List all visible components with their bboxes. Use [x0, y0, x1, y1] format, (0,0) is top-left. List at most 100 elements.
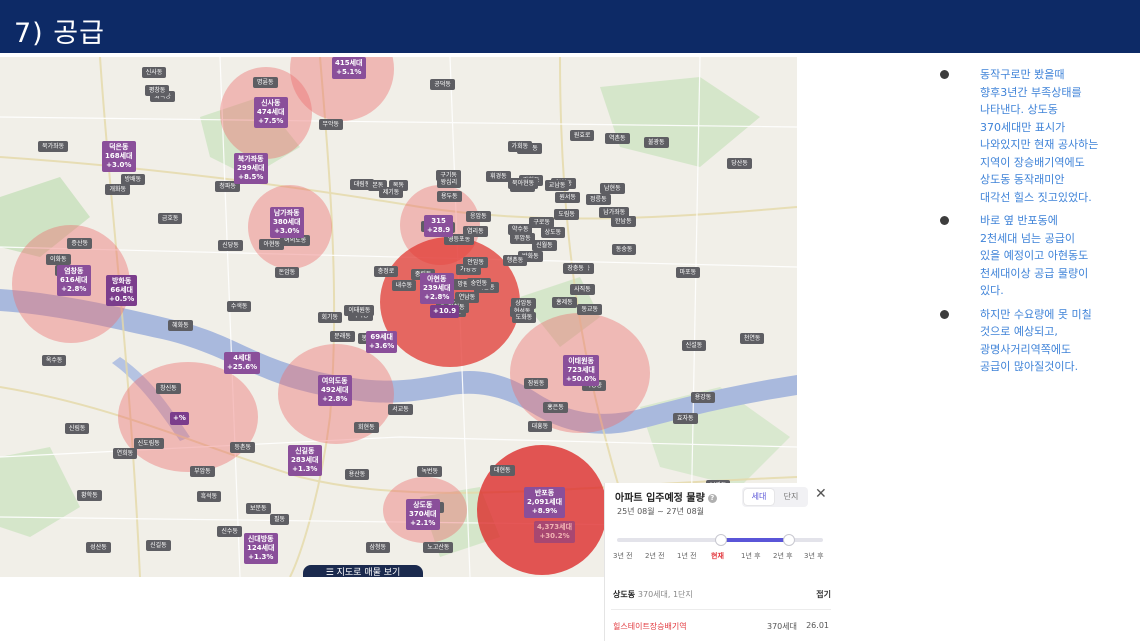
neighborhood-tag[interactable]: 신길동	[146, 540, 171, 552]
toggle-complexes[interactable]: 단지	[776, 489, 806, 505]
neighborhood-tag[interactable]: 홍제동	[552, 297, 577, 309]
neighborhood-tag[interactable]: 수색동	[226, 301, 252, 313]
tick-label[interactable]: 3년 후	[804, 551, 824, 561]
neighborhood-tag[interactable]: 휘경동	[486, 171, 511, 183]
supply-marker[interactable]: 신대방동 124세대 +1.3%	[244, 533, 278, 564]
neighborhood-tag[interactable]: 당산동	[727, 157, 752, 169]
tick-label-current[interactable]: 현재	[711, 551, 724, 561]
neighborhood-tag[interactable]: 돈암동	[274, 267, 300, 279]
supply-marker[interactable]: +10.9	[430, 305, 460, 318]
neighborhood-tag[interactable]: 노고산동	[423, 542, 454, 554]
neighborhood-tag[interactable]: 신당동	[218, 239, 243, 251]
neighborhood-tag[interactable]: 내수동	[391, 280, 417, 292]
neighborhood-tag[interactable]: 원서동	[555, 192, 580, 204]
neighborhood-tag[interactable]: 정릉동	[586, 193, 611, 205]
supply-marker[interactable]: 4세대 +25.6%	[224, 352, 261, 374]
neighborhood-tag[interactable]: 염리동	[463, 226, 488, 238]
neighborhood-tag[interactable]: 잠원동	[523, 377, 549, 389]
supply-marker[interactable]: 북가좌동 299세대 +8.5%	[234, 153, 268, 184]
neighborhood-tag[interactable]: 대흥동	[527, 420, 553, 432]
tick-label[interactable]: 3년 전	[613, 551, 633, 561]
neighborhood-tag[interactable]: 방배동	[120, 174, 146, 186]
neighborhood-tag[interactable]: 성산동	[86, 542, 111, 554]
neighborhood-tag[interactable]: 증산동	[67, 237, 92, 249]
neighborhood-tag[interactable]: 숭인동	[466, 277, 492, 289]
supply-marker[interactable]: 상도동 370세대 +2.1%	[406, 499, 440, 530]
neighborhood-tag[interactable]: 상도동	[540, 227, 566, 239]
neighborhood-tag[interactable]: 이태원동	[344, 304, 375, 316]
neighborhood-tag[interactable]: 삼청동	[365, 542, 391, 554]
supply-marker[interactable]: 아현동 239세대 +2.8%	[420, 273, 454, 304]
tick-label[interactable]: 1년 전	[677, 551, 697, 561]
fold-button[interactable]: 접기	[816, 589, 831, 600]
neighborhood-tag[interactable]: 안암동	[463, 256, 488, 268]
neighborhood-tag[interactable]: 등촌동	[230, 442, 256, 453]
supply-marker[interactable]: 염창동 616세대 +2.8%	[57, 265, 91, 296]
neighborhood-tag[interactable]: 동교동	[577, 304, 603, 316]
neighborhood-tag[interactable]: 장충동	[563, 262, 588, 274]
slider-handle-end[interactable]	[783, 534, 795, 546]
neighborhood-tag[interactable]: 평창동	[144, 84, 170, 96]
neighborhood-tag[interactable]: 혜화동	[168, 320, 193, 332]
neighborhood-tag[interactable]: 대현동	[490, 465, 515, 477]
neighborhood-tag[interactable]: 연희동	[112, 447, 138, 459]
neighborhood-tag[interactable]: 옥수동	[41, 355, 67, 367]
neighborhood-tag[interactable]: 천연동	[739, 333, 765, 345]
neighborhood-tag[interactable]: 문래동	[330, 331, 355, 343]
neighborhood-tag[interactable]: 도림동	[554, 209, 579, 221]
neighborhood-tag[interactable]: 홍은동	[543, 401, 568, 413]
period-slider[interactable]	[617, 534, 823, 546]
neighborhood-tag[interactable]: 신수동	[217, 526, 242, 538]
tick-label[interactable]: 2년 후	[773, 551, 793, 561]
supply-marker[interactable]: 415세대 +5.1%	[332, 57, 366, 79]
supply-marker[interactable]: 4,373세대 +30.2%	[534, 521, 576, 543]
supply-marker[interactable]: +%	[170, 412, 189, 425]
neighborhood-tag[interactable]: 이화동	[46, 253, 71, 265]
slider-handle-start[interactable]	[715, 534, 727, 546]
supply-marker[interactable]: 남가좌동 380세대 +3.0%	[270, 207, 304, 238]
neighborhood-tag[interactable]: 도화동	[511, 312, 537, 324]
neighborhood-tag[interactable]: 흑석동	[196, 491, 222, 503]
tick-label[interactable]: 1년 후	[741, 551, 761, 561]
neighborhood-tag[interactable]: 용강동	[690, 392, 716, 404]
neighborhood-tag[interactable]: 약수동	[507, 223, 533, 235]
neighborhood-tag[interactable]: 동숭동	[611, 244, 637, 256]
supply-marker[interactable]: 315 +28.9	[424, 215, 454, 237]
neighborhood-tag[interactable]: 회기동	[317, 311, 343, 323]
toggle-households[interactable]: 세대	[744, 489, 774, 505]
supply-marker[interactable]: 덕은동 168세대 +3.0%	[102, 141, 136, 172]
neighborhood-tag[interactable]: 황학동	[77, 489, 102, 501]
neighborhood-tag[interactable]: 응암동	[466, 211, 491, 223]
neighborhood-tag[interactable]: 금호동	[157, 212, 183, 224]
supply-marker[interactable]: 반포동 2,091세대 +8.9%	[524, 487, 566, 518]
neighborhood-tag[interactable]: 북가좌동	[38, 141, 69, 153]
neighborhood-tag[interactable]: 남현동	[600, 182, 625, 194]
neighborhood-tag[interactable]: 용산동	[344, 469, 370, 481]
neighborhood-tag[interactable]: 남가좌동	[599, 206, 630, 218]
supply-marker[interactable]: 신길동 283세대 +1.3%	[288, 445, 322, 476]
supply-marker[interactable]: 이태원동 723세대 +50.0%	[563, 355, 600, 386]
neighborhood-tag[interactable]: 보문동	[246, 502, 271, 514]
complex-row[interactable]: 힐스테이트장승배기역 370세대 26.01	[613, 621, 831, 632]
neighborhood-tag[interactable]: 용두동	[437, 191, 462, 203]
neighborhood-tag[interactable]: 제기동	[378, 187, 404, 199]
neighborhood-tag[interactable]: 신사동	[141, 67, 167, 79]
close-icon[interactable]: ✕	[815, 486, 827, 502]
neighborhood-tag[interactable]: 원효로	[569, 130, 595, 142]
neighborhood-tag[interactable]: 서교동	[388, 404, 413, 416]
supply-marker[interactable]: 방화동 66세대 +0.5%	[106, 275, 138, 306]
supply-marker[interactable]: 여의도동 492세대 +2.8%	[318, 375, 352, 406]
neighborhood-tag[interactable]: 불광동	[643, 136, 669, 148]
neighborhood-tag[interactable]: 아현동	[259, 238, 285, 250]
neighborhood-tag[interactable]: 구로동	[529, 216, 554, 228]
neighborhood-tag[interactable]: 필동	[269, 513, 289, 525]
neighborhood-tag[interactable]: 역촌동	[605, 132, 630, 144]
complex-name[interactable]: 힐스테이트장승배기역	[613, 622, 687, 631]
neighborhood-tag[interactable]: 명륜동	[253, 77, 278, 89]
neighborhood-tag[interactable]: 행촌동	[502, 254, 528, 266]
neighborhood-tag[interactable]: 무악동	[318, 119, 344, 131]
neighborhood-tag[interactable]: 신월동	[532, 240, 557, 252]
neighborhood-tag[interactable]: 녹번동	[417, 465, 443, 477]
neighborhood-tag[interactable]: 충정로	[373, 266, 399, 278]
tick-label[interactable]: 2년 전	[645, 551, 665, 561]
